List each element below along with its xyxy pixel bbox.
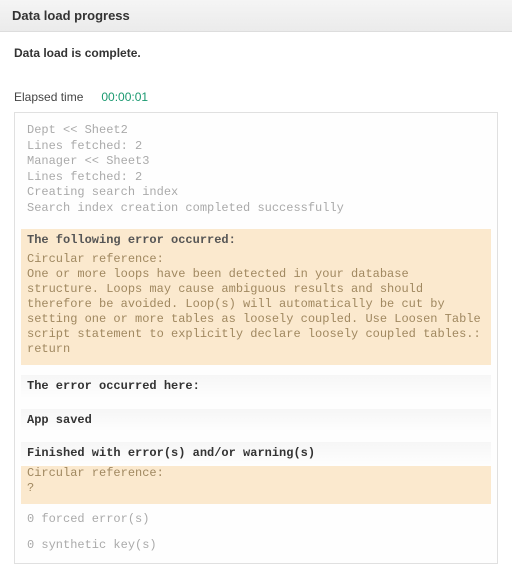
- error-location-heading: The error occurred here:: [21, 375, 491, 399]
- log-line: Search index creation completed successf…: [27, 201, 485, 217]
- elapsed-label: Elapsed time: [14, 90, 83, 104]
- elapsed-value: 00:00:01: [101, 90, 148, 104]
- dialog-title: Data load progress: [12, 8, 500, 23]
- error-heading: The following error occurred:: [21, 229, 491, 253]
- log-panel: Dept << Sheet2 Lines fetched: 2 Manager …: [14, 112, 498, 564]
- dialog-header: Data load progress: [0, 0, 512, 32]
- log-line: Lines fetched: 2: [27, 170, 485, 186]
- error-block: The following error occurred: Circular r…: [21, 229, 491, 366]
- error-title-2: Circular reference:: [27, 466, 485, 481]
- dialog-content: Data load is complete. Elapsed time 00:0…: [0, 32, 512, 578]
- error-text-2: ?: [27, 481, 485, 496]
- log-line: Dept << Sheet2: [27, 123, 485, 139]
- status-message: Data load is complete.: [14, 46, 498, 60]
- synthetic-keys: 0 synthetic key(s): [21, 536, 491, 556]
- error-body-2: Circular reference: ?: [21, 466, 491, 504]
- finished-heading: Finished with error(s) and/or warning(s): [21, 442, 491, 466]
- error-text: One or more loops have been detected in …: [27, 267, 485, 357]
- forced-errors: 0 forced error(s): [21, 510, 491, 530]
- error-body: Circular reference: One or more loops ha…: [21, 252, 491, 365]
- log-line: Creating search index: [27, 185, 485, 201]
- error-block-2: Circular reference: ?: [21, 466, 491, 504]
- app-saved-heading: App saved: [21, 409, 491, 433]
- elapsed-row: Elapsed time 00:00:01: [14, 90, 498, 104]
- log-line: Lines fetched: 2: [27, 139, 485, 155]
- error-title: Circular reference:: [27, 252, 485, 267]
- log-line: Manager << Sheet3: [27, 154, 485, 170]
- load-lines: Dept << Sheet2 Lines fetched: 2 Manager …: [21, 119, 491, 229]
